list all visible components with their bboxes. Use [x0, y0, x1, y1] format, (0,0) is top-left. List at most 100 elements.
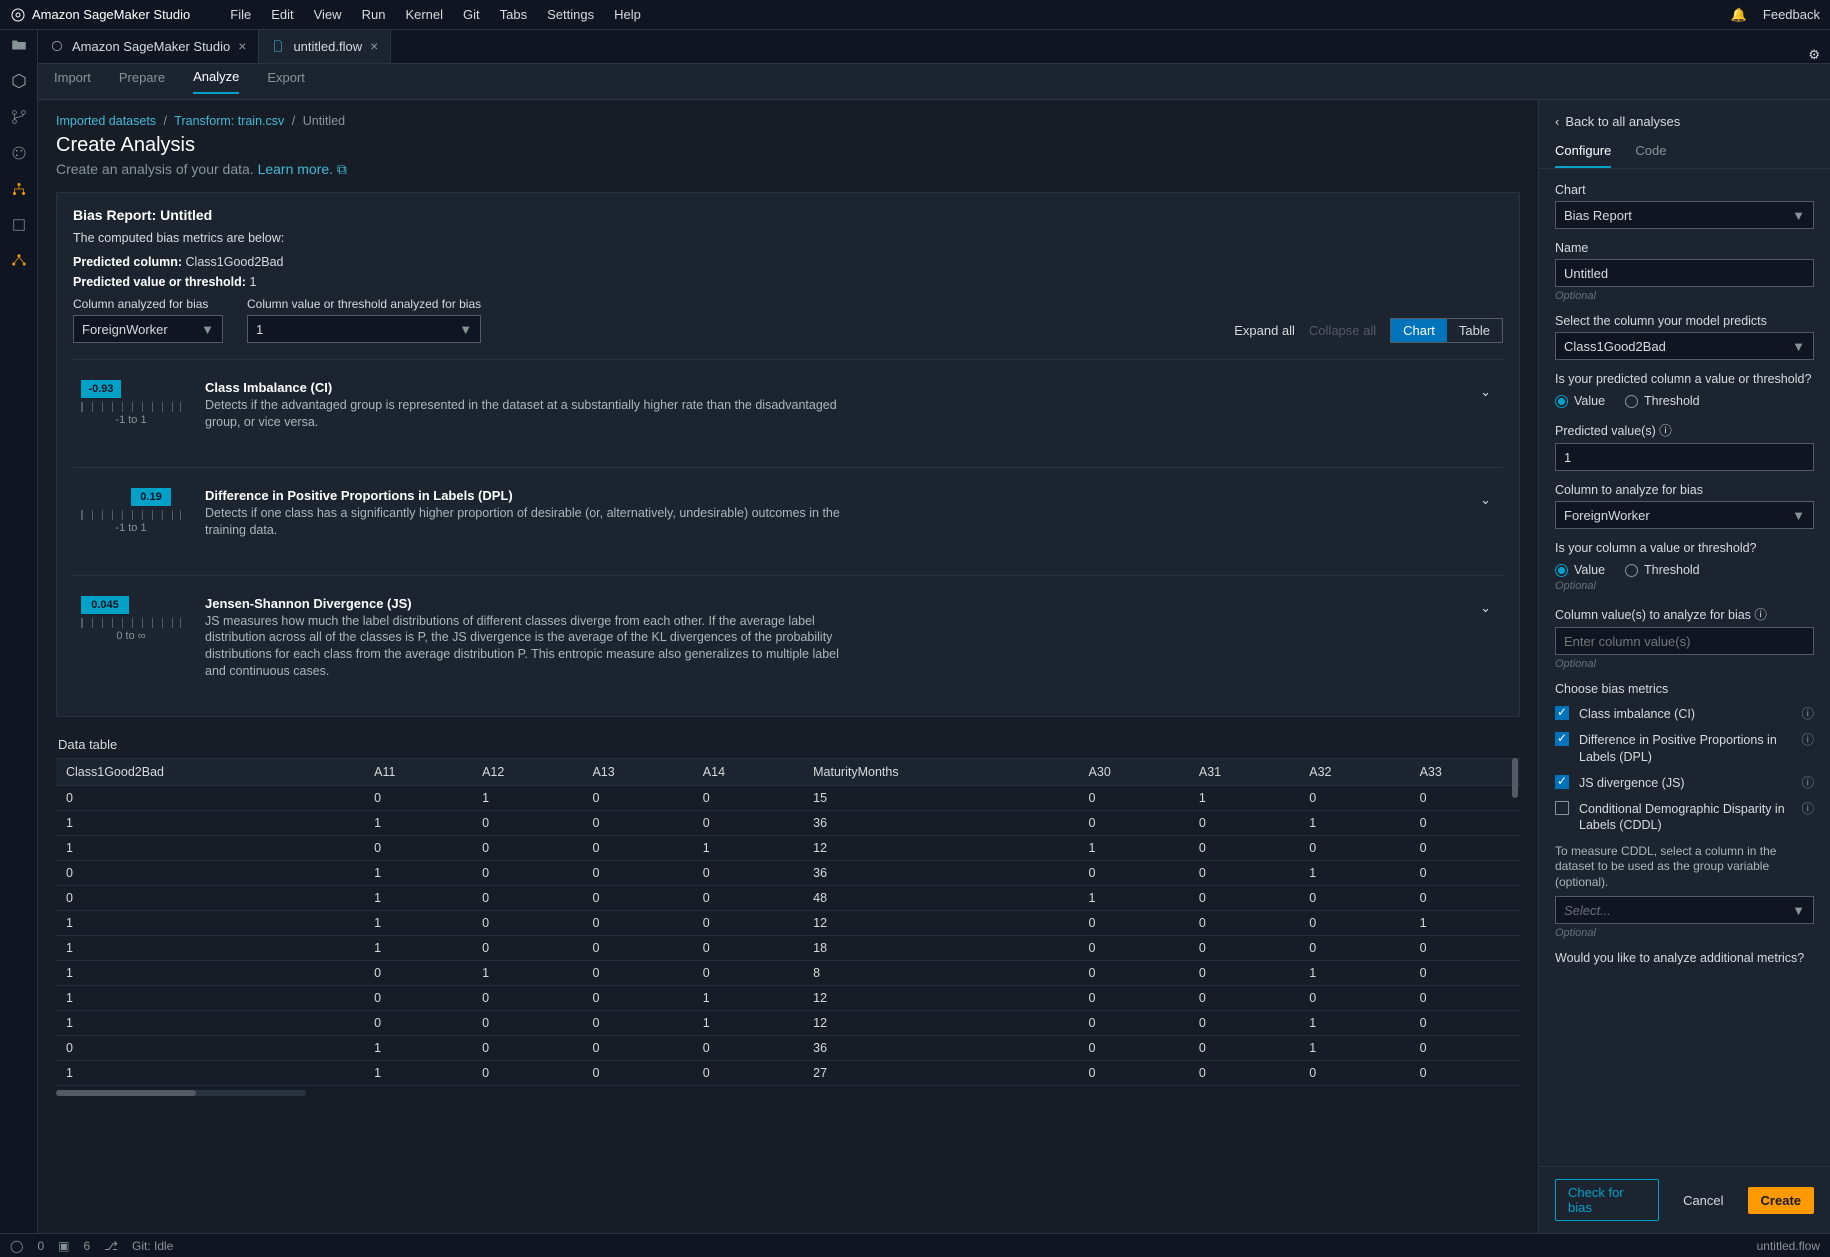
info-icon[interactable]: ⓘ	[1801, 706, 1814, 722]
radio-threshold[interactable]: Threshold	[1625, 563, 1700, 577]
status-terminal-icon[interactable]: ▣	[58, 1239, 69, 1253]
info-icon[interactable]: ⓘ	[1801, 732, 1814, 748]
menu-git[interactable]: Git	[463, 7, 480, 22]
chevron-down-icon: ▼	[1792, 508, 1805, 523]
palette-icon[interactable]	[10, 144, 28, 162]
chart-type-select[interactable]: Bias Report▼	[1555, 201, 1814, 229]
toggle-table[interactable]: Table	[1447, 319, 1502, 342]
predict-column-select[interactable]: Class1Good2Bad▼	[1555, 332, 1814, 360]
tab-code[interactable]: Code	[1635, 143, 1666, 168]
info-icon[interactable]: ⓘ	[1659, 424, 1672, 438]
column-header[interactable]: A11	[364, 759, 472, 786]
metric-checkbox-dpl[interactable]: Difference in Positive Proportions in La…	[1555, 732, 1814, 765]
menu-run[interactable]: Run	[362, 7, 386, 22]
menu-settings[interactable]: Settings	[547, 7, 594, 22]
breadcrumb: Imported datasets / Transform: train.csv…	[56, 114, 1520, 128]
field-label: Would you like to analyze additional met…	[1555, 951, 1814, 965]
bell-icon[interactable]: 🔔	[1731, 7, 1747, 23]
expand-icon[interactable]: ⌄	[1476, 596, 1495, 681]
subnav-import[interactable]: Import	[54, 70, 91, 93]
doctab-studio[interactable]: Amazon SageMaker Studio ×	[38, 30, 259, 63]
menu-view[interactable]: View	[314, 7, 342, 22]
chevron-down-icon: ▼	[459, 322, 472, 337]
vertical-scrollbar[interactable]	[1512, 758, 1518, 798]
expand-all-link[interactable]: Expand all	[1234, 323, 1295, 338]
chevron-down-icon: ▼	[1792, 208, 1805, 223]
radio-threshold[interactable]: Threshold	[1625, 394, 1700, 408]
flow-icon[interactable]	[10, 180, 28, 198]
column-header[interactable]: A12	[472, 759, 582, 786]
feedback-link[interactable]: Feedback	[1763, 7, 1820, 22]
tab-configure[interactable]: Configure	[1555, 143, 1611, 168]
radio-value[interactable]: Value	[1555, 563, 1605, 577]
column-header[interactable]: A14	[693, 759, 803, 786]
menu-help[interactable]: Help	[614, 7, 641, 22]
field-label: Column value(s) to analyze for bias ⓘ	[1555, 604, 1814, 623]
metric-row: 0.19-1 to 1Difference in Positive Propor…	[73, 467, 1503, 559]
column-header[interactable]: Class1Good2Bad	[56, 759, 364, 786]
git-branch-icon[interactable]	[10, 108, 28, 126]
menu-edit[interactable]: Edit	[271, 7, 293, 22]
breadcrumb-link[interactable]: Imported datasets	[56, 114, 156, 128]
subnav-prepare[interactable]: Prepare	[119, 70, 165, 93]
close-icon[interactable]: ×	[370, 38, 378, 54]
status-bar: ◯0 ▣6 ⎇ Git: Idle untitled.flow	[0, 1233, 1830, 1257]
column-bias-select[interactable]: ForeignWorker▼	[73, 315, 223, 343]
menu-file[interactable]: File	[230, 7, 251, 22]
toggle-chart[interactable]: Chart	[1391, 319, 1447, 342]
table-row: 10001120010	[56, 1011, 1520, 1036]
view-toggle: Chart Table	[1390, 318, 1503, 343]
main-content: Imported datasets / Transform: train.csv…	[38, 100, 1538, 1233]
column-values-input[interactable]	[1555, 627, 1814, 655]
column-value-select[interactable]: 1▼	[247, 315, 481, 343]
breadcrumb-link[interactable]: Transform: train.csv	[174, 114, 284, 128]
check-bias-button[interactable]: Check for bias	[1555, 1179, 1659, 1221]
subnav-analyze[interactable]: Analyze	[193, 69, 239, 94]
square-icon[interactable]	[10, 216, 28, 234]
menu-tabs[interactable]: Tabs	[500, 7, 527, 22]
document-tabs: Amazon SageMaker Studio × untitled.flow …	[38, 30, 1830, 64]
radio-value[interactable]: Value	[1555, 394, 1605, 408]
expand-icon[interactable]: ⌄	[1476, 488, 1495, 539]
table-row: 10001120000	[56, 986, 1520, 1011]
cancel-button[interactable]: Cancel	[1671, 1188, 1735, 1213]
column-header[interactable]: A33	[1410, 759, 1520, 786]
info-icon[interactable]: ⓘ	[1801, 801, 1814, 817]
section-label: Choose bias metrics	[1555, 682, 1814, 696]
doctab-flow[interactable]: untitled.flow ×	[259, 30, 391, 63]
column-header[interactable]: A31	[1189, 759, 1299, 786]
subnav-export[interactable]: Export	[267, 70, 305, 93]
column-header[interactable]: A30	[1079, 759, 1189, 786]
status-kernel-icon[interactable]: ◯	[10, 1239, 23, 1253]
learn-more-link[interactable]: Learn more. ⧉	[258, 161, 347, 177]
metric-checkbox-ci[interactable]: Class imbalance (CI)ⓘ	[1555, 706, 1814, 722]
folder-icon[interactable]	[10, 36, 28, 54]
bias-column-select[interactable]: ForeignWorker▼	[1555, 501, 1814, 529]
expand-icon[interactable]: ⌄	[1476, 380, 1495, 431]
column-header[interactable]: A32	[1299, 759, 1409, 786]
create-button[interactable]: Create	[1748, 1187, 1814, 1214]
bias-report-card: Bias Report: Untitled The computed bias …	[56, 192, 1520, 717]
table-row: 11000360010	[56, 811, 1520, 836]
right-panel-footer: Check for bias Cancel Create	[1539, 1166, 1830, 1233]
network-icon[interactable]	[10, 252, 28, 270]
column-header[interactable]: MaturityMonths	[803, 759, 1078, 786]
predicted-values-input[interactable]	[1555, 443, 1814, 471]
cddl-column-select[interactable]: Select...▼	[1555, 896, 1814, 924]
menu-kernel[interactable]: Kernel	[405, 7, 443, 22]
close-icon[interactable]: ×	[238, 38, 246, 54]
column-header[interactable]: A13	[582, 759, 692, 786]
back-link[interactable]: ‹ Back to all analyses	[1539, 100, 1830, 129]
table-row: 01000360010	[56, 861, 1520, 886]
field-label: Select the column your model predicts	[1555, 314, 1814, 328]
breadcrumb-current: Untitled	[303, 114, 345, 128]
metric-checkbox-cddl[interactable]: Conditional Demographic Disparity in Lab…	[1555, 801, 1814, 834]
info-icon[interactable]: ⓘ	[1801, 775, 1814, 791]
metric-checkbox-js[interactable]: JS divergence (JS)ⓘ	[1555, 775, 1814, 791]
hexagon-icon[interactable]	[10, 72, 28, 90]
info-icon[interactable]: ⓘ	[1754, 608, 1767, 622]
name-input[interactable]	[1555, 259, 1814, 287]
gear-icon[interactable]: ⚙	[1798, 47, 1830, 63]
status-git-icon[interactable]: ⎇	[104, 1239, 118, 1253]
metric-desc: JS measures how much the label distribut…	[205, 613, 855, 681]
